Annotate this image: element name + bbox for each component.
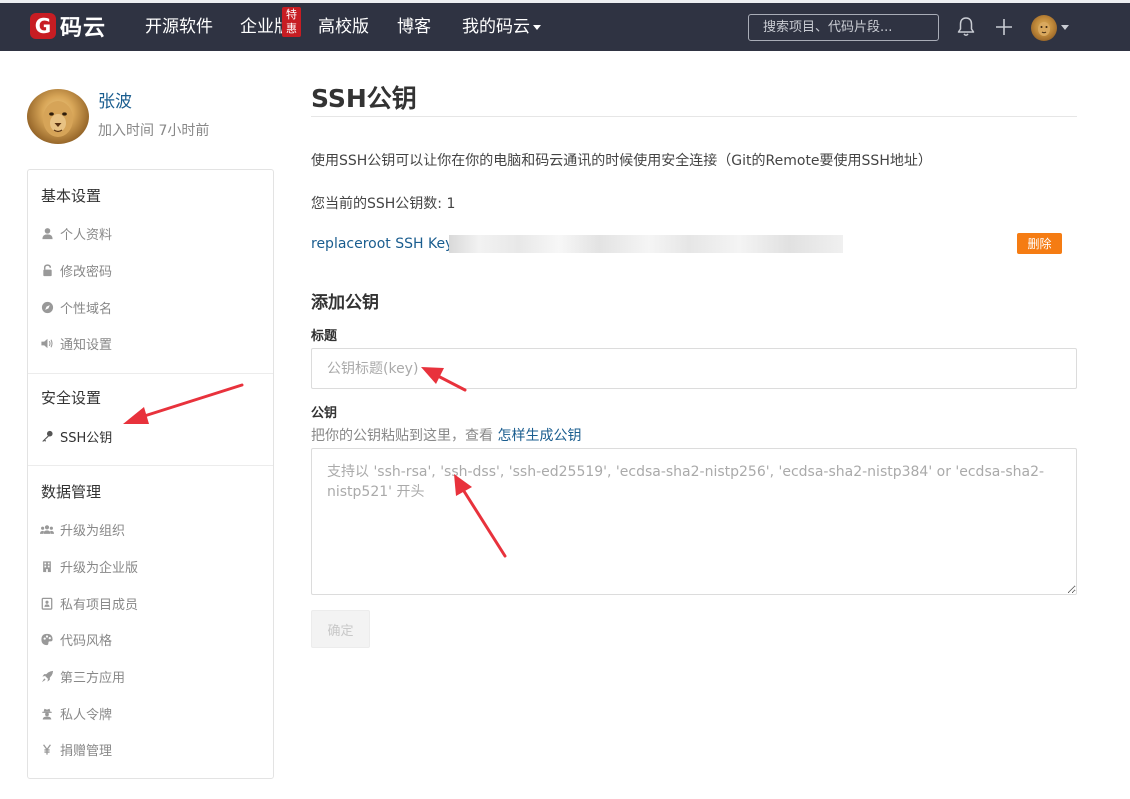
group-icon: [40, 522, 54, 536]
logo-mark: G: [30, 13, 56, 39]
title-divider: [311, 116, 1077, 117]
menu-heading-basic: 基本设置: [41, 187, 102, 205]
user-icon: [40, 226, 54, 240]
public-key-textarea[interactable]: [311, 448, 1077, 595]
nav-my-gitee-label: 我的码云: [462, 17, 530, 37]
menu-item-label: 升级为企业版: [60, 560, 139, 576]
menu-item-custom-domain[interactable]: 个性域名: [40, 297, 112, 317]
compass-icon: [40, 300, 54, 314]
menu-item-label: 私人令牌: [60, 707, 113, 723]
menu-item-private-members[interactable]: 私有项目成员: [40, 593, 138, 613]
top-navbar: G 码云 开源软件 企业版 特惠 高校版 博客 我的码云: [0, 0, 1130, 51]
ssh-key-title-link[interactable]: replaceroot SSH Key: [311, 235, 453, 253]
profile-joined-time: 加入时间 7小时前: [98, 123, 210, 139]
rocket-icon: [40, 669, 54, 683]
menu-item-private-tokens[interactable]: 私人令牌: [40, 703, 112, 723]
ssh-key-fingerprint-redacted: [449, 235, 843, 253]
building-icon: [40, 559, 54, 573]
chevron-down-icon: [533, 24, 541, 30]
nav-my-gitee[interactable]: 我的码云: [462, 15, 541, 39]
ssh-key-count: 您当前的SSH公钥数: 1: [311, 196, 456, 212]
menu-item-label: 修改密码: [60, 264, 113, 280]
menu-item-label: 私有项目成员: [60, 597, 139, 613]
promo-badge: 特惠: [282, 7, 301, 37]
menu-item-label: 捐赠管理: [60, 743, 113, 759]
how-to-generate-key-link[interactable]: 怎样生成公钥: [497, 428, 581, 444]
menu-heading-security: 安全设置: [41, 389, 102, 407]
key-title-label: 标题: [311, 329, 338, 344]
menu-item-upgrade-enterprise[interactable]: 升级为企业版: [40, 556, 138, 576]
profile-name[interactable]: 张波: [98, 91, 132, 113]
menu-item-label: 第三方应用: [60, 670, 126, 686]
palette-icon: [40, 632, 54, 646]
menu-item-profile[interactable]: 个人资料: [40, 223, 112, 243]
page-title: SSH公钥: [311, 84, 417, 113]
plus-icon[interactable]: [994, 17, 1014, 37]
menu-item-label: 升级为组织: [60, 523, 126, 539]
menu-item-ssh-keys[interactable]: SSH公钥: [40, 426, 112, 446]
user-secret-icon: [40, 706, 54, 720]
logo-text: 码云: [60, 16, 107, 41]
key-icon: [40, 429, 54, 443]
menu-item-label: 代码风格: [60, 633, 113, 649]
menu-item-upgrade-org[interactable]: 升级为组织: [40, 519, 125, 539]
chevron-down-icon[interactable]: [1061, 25, 1069, 30]
lock-icon: [40, 263, 54, 277]
lion-face-icon: [43, 101, 73, 137]
menu-item-label: SSH公钥: [60, 430, 113, 446]
user-avatar[interactable]: [1031, 15, 1057, 41]
menu-item-change-password[interactable]: 修改密码: [40, 260, 112, 280]
volume-icon: [40, 336, 54, 350]
lion-face-icon: [1038, 22, 1050, 36]
menu-item-donations[interactable]: 捐赠管理: [40, 739, 112, 759]
site-logo[interactable]: G 码云: [30, 11, 106, 41]
menu-divider: [28, 373, 273, 374]
menu-item-label: 个人资料: [60, 227, 113, 243]
public-key-hint: 把你的公钥粘贴到这里，查看 怎样生成公钥: [311, 427, 581, 445]
nav-blog[interactable]: 博客: [397, 15, 431, 39]
ssh-description: 使用SSH公钥可以让你在你的电脑和码云通讯的时候使用安全连接（Git的Remot…: [311, 153, 932, 169]
menu-item-notifications[interactable]: 通知设置: [40, 333, 112, 353]
delete-key-button[interactable]: 删除: [1017, 233, 1062, 254]
add-key-section-title: 添加公钥: [311, 293, 379, 313]
menu-item-code-style[interactable]: 代码风格: [40, 629, 112, 649]
settings-menu: 基本设置 个人资料 修改密码 个性域名 通知设置 安全设置 SSH公钥 数据管理: [27, 169, 274, 779]
nav-open-source[interactable]: 开源软件: [145, 15, 213, 39]
browser-strip: [0, 0, 1130, 3]
confirm-button[interactable]: 确定: [311, 610, 370, 648]
bell-icon[interactable]: [956, 16, 976, 38]
menu-heading-data: 数据管理: [41, 483, 102, 501]
profile-avatar[interactable]: [27, 89, 89, 144]
menu-item-third-party-apps[interactable]: 第三方应用: [40, 666, 125, 686]
key-title-input[interactable]: [311, 348, 1077, 389]
menu-divider: [28, 465, 273, 466]
public-key-label: 公钥: [311, 406, 338, 421]
menu-item-label: 通知设置: [60, 337, 113, 353]
member-card-icon: [40, 596, 54, 610]
menu-item-label: 个性域名: [60, 301, 113, 317]
yen-icon: [40, 742, 54, 756]
search-input[interactable]: [748, 14, 939, 41]
public-key-hint-text: 把你的公钥粘贴到这里，查看: [311, 428, 498, 444]
nav-university[interactable]: 高校版: [318, 15, 369, 39]
ssh-key-fingerprint: [449, 236, 455, 251]
